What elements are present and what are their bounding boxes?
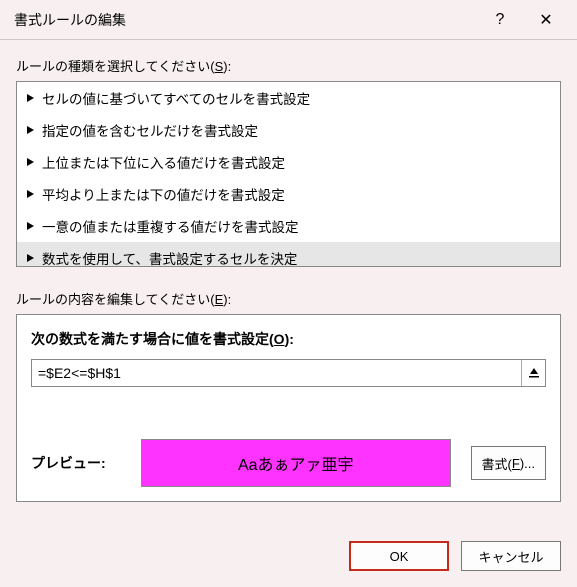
rule-type-option[interactable]: 指定の値を含むセルだけを書式設定 [17,114,560,146]
rule-type-option[interactable]: セルの値に基づいてすべてのセルを書式設定 [17,82,560,114]
bullet-icon [27,158,34,166]
range-select-button[interactable] [521,360,545,386]
formula-row [31,359,546,387]
rule-type-option[interactable]: 数式を使用して、書式設定するセルを決定 [17,242,560,267]
help-button[interactable]: ? [477,4,523,36]
edit-rule-dialog: 書式ルールの編集 ? ✕ ルールの種類を選択してください(S): セルの値に基づ… [0,0,577,587]
cancel-button[interactable]: キャンセル [461,541,561,571]
rule-edit-label: ルールの内容を編集してください(E): [16,289,561,308]
dialog-footer: OK キャンセル [0,525,577,587]
preview-sample: Aaあぁアァ亜宇 [141,439,451,487]
ok-button[interactable]: OK [349,541,449,571]
bullet-icon [27,254,34,262]
bullet-icon [27,222,34,230]
titlebar: 書式ルールの編集 ? ✕ [0,0,577,40]
rule-type-list[interactable]: セルの値に基づいてすべてのセルを書式設定 指定の値を含むセルだけを書式設定 上位… [16,81,561,267]
rule-type-option[interactable]: 平均より上または下の値だけを書式設定 [17,178,560,210]
rule-type-option[interactable]: 一意の値または重複する値だけを書式設定 [17,210,560,242]
rule-type-option[interactable]: 上位または下位に入る値だけを書式設定 [17,146,560,178]
rule-type-label: ルールの種類を選択してください(S): [16,56,561,75]
formula-input[interactable] [32,360,521,386]
bullet-icon [27,126,34,134]
dialog-title: 書式ルールの編集 [14,10,477,30]
preview-row: プレビュー: Aaあぁアァ亜宇 書式(F)... [31,439,546,487]
dialog-content: ルールの種類を選択してください(S): セルの値に基づいてすべてのセルを書式設定… [0,40,577,525]
collapse-icon [527,366,541,380]
close-button[interactable]: ✕ [523,4,569,36]
bullet-icon [27,94,34,102]
formula-label: 次の数式を満たす場合に値を書式設定(O): [31,329,546,349]
bullet-icon [27,190,34,198]
preview-label: プレビュー: [31,453,121,473]
format-button[interactable]: 書式(F)... [471,446,546,480]
rule-edit-group: 次の数式を満たす場合に値を書式設定(O): プレビュー: Aaあぁアァ亜宇 書式 [16,314,561,502]
